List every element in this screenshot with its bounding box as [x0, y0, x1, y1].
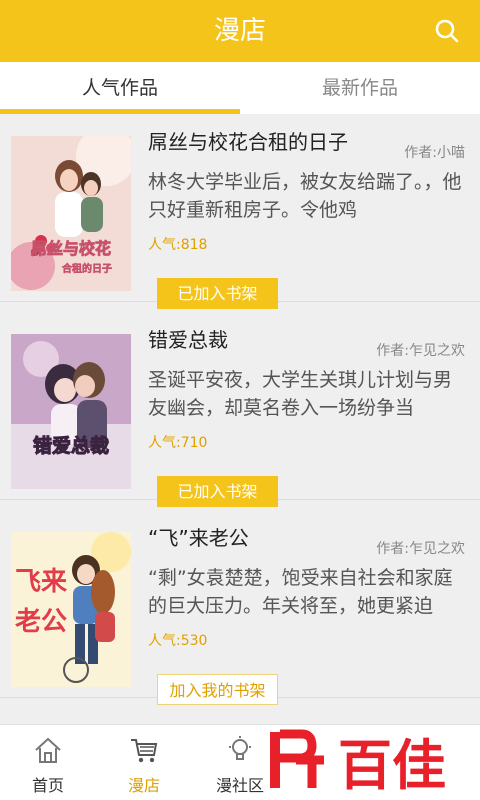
popularity-count: 人气:530 — [148, 633, 208, 649]
shelf-button[interactable]: 已加入书架 — [157, 476, 278, 507]
page-title: 漫店 — [213, 16, 266, 46]
comic-description: “剩”女袁楚楚，饱受来自社会和家庭的巨大压力。年关将至，她更紧迫 — [148, 567, 453, 617]
list-item[interactable]: 错爱总裁 错爱总裁 作者:乍见之欢 圣诞平安夜，大学生关琪儿计划与男友幽会，却莫… — [0, 312, 480, 500]
list-item[interactable]: 飞来 老公 “飞”来老公 作者:乍见之欢 “剩”女袁楚楚，饱受来自社会和家庭的巨… — [0, 510, 480, 698]
cover-subtitle-text: 合租的日子 — [61, 262, 112, 275]
popularity-count: 人气:710 — [148, 435, 208, 451]
nav-label: 漫店 — [127, 776, 160, 795]
nav-label: 首页 — [31, 776, 64, 795]
comic-author: 作者:乍见之欢 — [376, 343, 465, 359]
search-icon — [435, 19, 459, 43]
comic-cover[interactable]: 飞来 老公 — [11, 532, 131, 687]
comic-author: 作者:小喵 — [404, 145, 465, 161]
app-header: 漫店 — [0, 0, 480, 62]
list-item[interactable]: 屌丝与校花 合租的日子 屌丝与校花合租的日子 作者:小喵 林冬大学毕业后，被女友… — [0, 114, 480, 302]
comic-title[interactable]: 屌丝与校花合租的日子 — [148, 126, 348, 155]
comic-title[interactable]: 错爱总裁 — [148, 324, 228, 353]
comic-cover[interactable]: 错爱总裁 — [11, 334, 131, 489]
watermark-text: 百佳 — [338, 734, 446, 796]
nav-shop[interactable]: 漫店 — [96, 725, 192, 800]
cover-title-text: 飞来 — [15, 567, 68, 597]
comic-description: 林冬大学毕业后，被女友给踹了。，他只好重新租房子。令他鸡 — [148, 171, 462, 221]
home-icon — [35, 737, 61, 763]
search-button[interactable] — [434, 18, 460, 44]
comic-title[interactable]: “飞”来老公 — [148, 522, 249, 551]
comic-cover[interactable]: 屌丝与校花 合租的日子 — [11, 136, 131, 291]
watermark-logo: 百佳 — [270, 729, 446, 796]
shelf-button[interactable]: 加入我的书架 — [157, 674, 278, 705]
tab-bar: 人气作品 最新作品 — [0, 62, 480, 114]
comic-author: 作者:乍见之欢 — [376, 541, 465, 557]
cover-subtitle-text: 老公 — [15, 607, 67, 637]
tab-latest[interactable]: 最新作品 — [240, 62, 480, 114]
tab-popular[interactable]: 人气作品 — [0, 62, 240, 114]
cart-icon — [131, 739, 158, 763]
comic-description: 圣诞平安夜，大学生关琪儿计划与男友幽会，却莫名卷入一场纷争当 — [148, 369, 453, 419]
bulb-icon — [229, 736, 251, 760]
comic-list: 屌丝与校花 合租的日子 屌丝与校花合租的日子 作者:小喵 林冬大学毕业后，被女友… — [0, 114, 480, 719]
cover-title-text: 屌丝与校花 — [31, 239, 111, 258]
popularity-count: 人气:818 — [148, 237, 208, 253]
shelf-button[interactable]: 已加入书架 — [157, 278, 278, 309]
cover-title-text: 错爱总裁 — [33, 434, 109, 457]
nav-home[interactable]: 首页 — [0, 725, 96, 800]
